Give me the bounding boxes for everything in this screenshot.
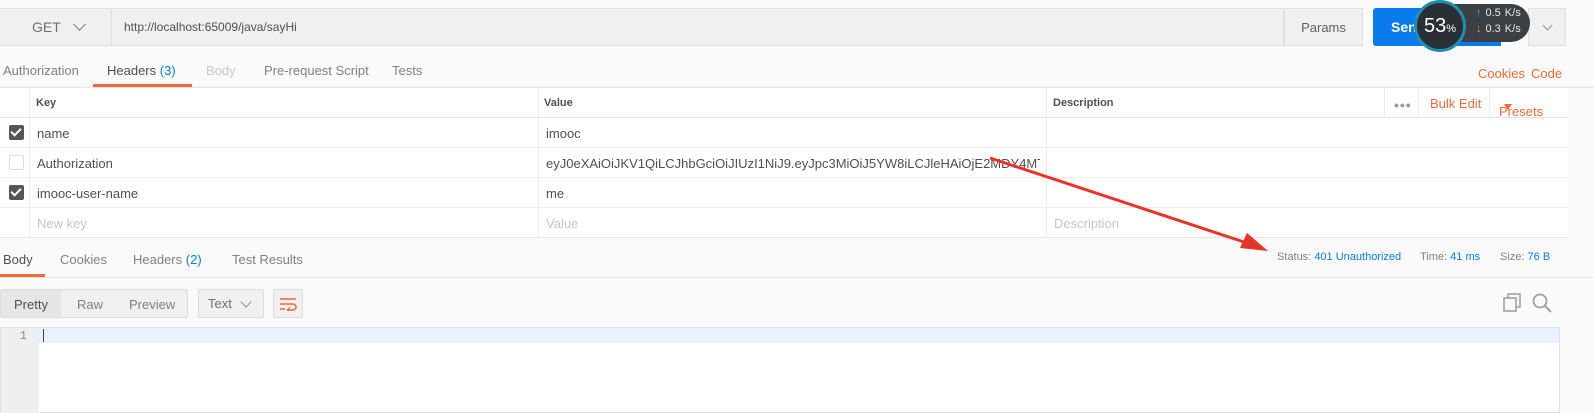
time-value: 41 ms — [1450, 251, 1481, 263]
download-value: 0.3 — [1485, 23, 1501, 35]
send-dropdown-button[interactable] — [1528, 8, 1566, 46]
size-info: Size: 76 B — [1500, 251, 1550, 263]
table-row: name imooc — [0, 118, 1568, 148]
time-label: Time: — [1420, 251, 1448, 263]
upload-value: 0.5 — [1485, 7, 1501, 19]
caret-down-icon — [1504, 104, 1512, 110]
percent-sign: % — [1446, 23, 1457, 35]
response-type-label: Text — [208, 296, 232, 311]
tab-headers[interactable]: Headers (3) — [107, 63, 176, 78]
column-divider — [1384, 88, 1385, 118]
status-label: Status: — [1277, 251, 1312, 263]
download-speed: ↓ 0.3 K/s — [1476, 23, 1521, 35]
copy-icon[interactable] — [1502, 292, 1524, 314]
network-speed-widget: 53% ↑ 0.5 K/s ↓ 0.3 K/s — [1414, 0, 1530, 52]
format-toggle-group: Pretty Raw Preview — [0, 289, 188, 318]
table-row: Authorization eyJ0eXAiOiJKV1QiLCJhbGciOi… — [0, 148, 1568, 178]
tab-headers-label: Headers — [107, 63, 157, 78]
column-divider — [1489, 88, 1490, 118]
download-unit: K/s — [1504, 23, 1521, 35]
chevron-down-icon — [1542, 20, 1552, 30]
search-icon[interactable] — [1531, 292, 1553, 314]
tab-body[interactable]: Body — [206, 63, 236, 78]
active-line-highlight — [1, 328, 1559, 343]
tab-response-body[interactable]: Body — [3, 252, 33, 267]
text-caret — [43, 329, 44, 342]
tab-authorization[interactable]: Authorization — [3, 63, 79, 78]
method-label: GET — [32, 19, 61, 35]
row-checkbox[interactable] — [9, 185, 24, 200]
headers-count: (3) — [159, 63, 176, 78]
new-key-input[interactable]: New key — [37, 216, 87, 231]
column-value: Value — [544, 97, 573, 109]
size-label: Size: — [1500, 251, 1525, 263]
tab-tests[interactable]: Tests — [392, 63, 422, 78]
header-key[interactable]: Authorization — [37, 156, 113, 171]
header-key[interactable]: name — [37, 126, 70, 141]
table-row: imooc-user-name me — [0, 178, 1568, 208]
request-tabs: Authorization Headers (3) Body Pre-reque… — [0, 55, 1594, 88]
time-info: Time: 41 ms — [1420, 251, 1480, 263]
chevron-down-icon — [72, 18, 86, 31]
row-checkbox[interactable] — [9, 155, 24, 170]
cookies-link[interactable]: Cookies — [1478, 66, 1525, 81]
header-value[interactable]: me — [546, 186, 1036, 201]
upload-speed: ↑ 0.5 K/s — [1476, 7, 1521, 19]
arrow-down-icon: ↓ — [1476, 23, 1482, 35]
wrap-lines-icon — [280, 297, 297, 311]
method-select[interactable]: GET — [0, 8, 112, 46]
new-value-input[interactable]: Value — [546, 216, 578, 231]
line-number: 1 — [19, 329, 27, 343]
bulk-edit-link[interactable]: Bulk Edit — [1430, 96, 1481, 111]
tab-response-headers[interactable]: Headers (2) — [133, 252, 202, 267]
response-body-editor[interactable]: 1 — [0, 327, 1560, 413]
cpu-percent: 53 — [1423, 14, 1447, 37]
header-value[interactable]: eyJ0eXAiOiJKV1QiLCJhbGciOiJIUzI1NiJ9.eyJ… — [546, 156, 1040, 171]
table-header: Key Value Description ••• Bulk Edit Pres… — [0, 88, 1568, 119]
tab-prerequest-script[interactable]: Pre-request Script — [264, 63, 369, 78]
params-button[interactable]: Params — [1284, 8, 1363, 46]
header-key[interactable]: imooc-user-name — [37, 186, 138, 201]
row-checkbox[interactable] — [9, 125, 24, 140]
status-info: Status: 401 Unauthorized — [1277, 251, 1401, 263]
new-description-input[interactable]: Description — [1054, 216, 1119, 231]
raw-button[interactable]: Raw — [77, 297, 103, 312]
column-divider — [1418, 88, 1419, 118]
response-type-select[interactable]: Text — [198, 289, 264, 318]
cpu-gauge: 53% — [1414, 0, 1466, 52]
tab-test-results[interactable]: Test Results — [232, 252, 303, 267]
tab-response-cookies[interactable]: Cookies — [60, 252, 107, 267]
column-key: Key — [36, 97, 57, 109]
column-description: Description — [1053, 97, 1114, 109]
tab-response-headers-label: Headers — [133, 252, 183, 267]
active-tab-indicator — [0, 274, 45, 277]
size-value: 76 B — [1527, 251, 1551, 263]
active-tab-indicator — [93, 84, 192, 87]
url-input[interactable]: http://localhost:65009/java/sayHi — [112, 8, 1284, 46]
upload-unit: K/s — [1504, 7, 1521, 19]
arrow-up-icon: ↑ — [1476, 7, 1482, 19]
code-link[interactable]: Code — [1531, 66, 1562, 81]
response-headers-count: (2) — [185, 252, 202, 267]
more-options-icon[interactable]: ••• — [1394, 97, 1412, 113]
new-header-row: New key Value Description — [0, 208, 1568, 238]
headers-table: Key Value Description ••• Bulk Edit Pres… — [0, 88, 1568, 238]
request-bar: GET http://localhost:65009/java/sayHi Pa… — [0, 0, 1594, 55]
chevron-down-icon — [240, 295, 252, 308]
wrap-lines-button[interactable] — [273, 289, 303, 318]
pretty-button[interactable]: Pretty — [14, 297, 48, 312]
status-value: 401 Unauthorized — [1314, 251, 1402, 263]
header-value[interactable]: imooc — [546, 126, 1036, 141]
preview-button[interactable]: Preview — [129, 297, 175, 312]
